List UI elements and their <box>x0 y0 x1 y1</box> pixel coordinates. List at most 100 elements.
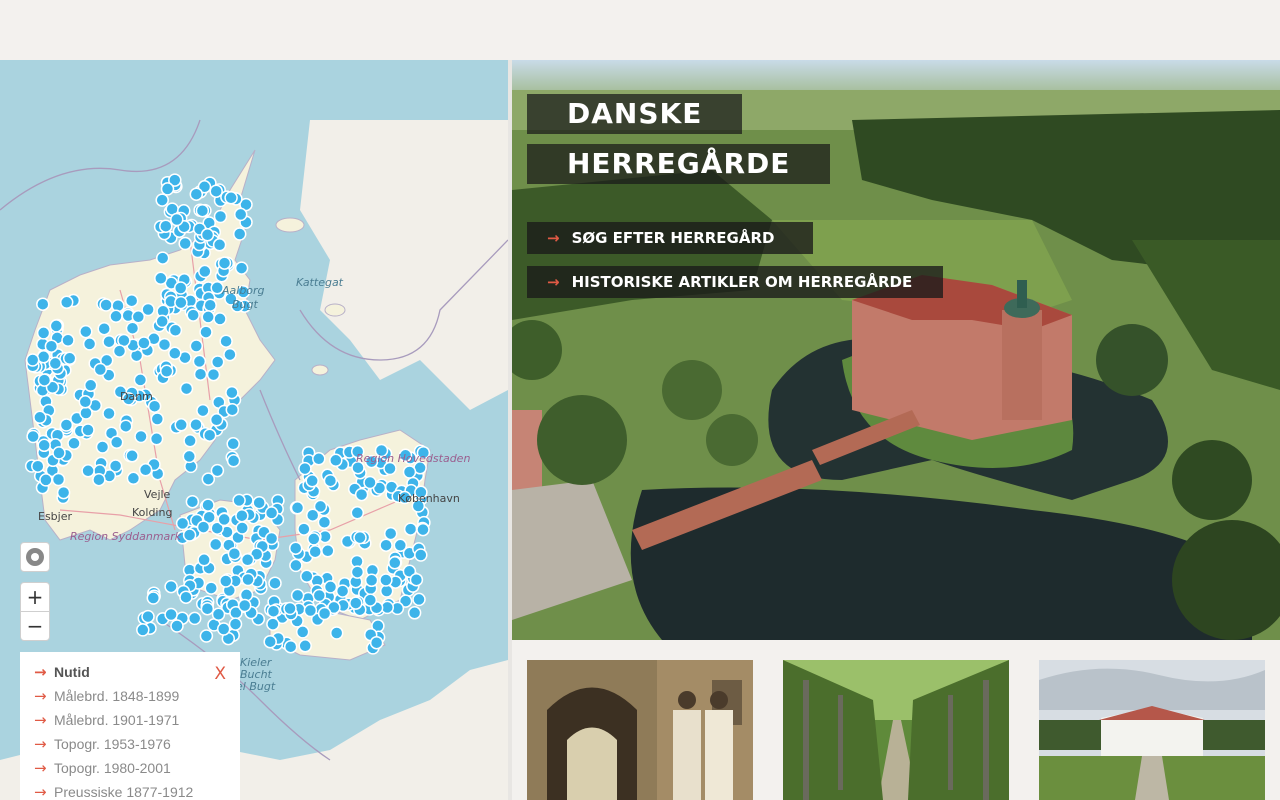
manor-marker[interactable] <box>155 314 169 329</box>
manor-marker[interactable] <box>412 592 426 607</box>
manor-marker[interactable] <box>200 601 215 616</box>
manor-marker[interactable] <box>295 625 310 639</box>
manor-marker[interactable] <box>79 324 93 339</box>
manor-marker[interactable] <box>383 526 398 541</box>
manor-marker[interactable] <box>150 412 165 426</box>
zoom-out-button[interactable]: − <box>20 611 50 641</box>
manor-marker[interactable] <box>223 347 237 362</box>
manor-marker[interactable] <box>37 373 52 387</box>
manor-marker[interactable] <box>234 261 249 275</box>
search-manor-link[interactable]: → SØG EFTER HERREGÅRD <box>527 222 813 254</box>
manor-marker[interactable] <box>83 378 98 393</box>
manor-marker[interactable] <box>321 544 335 558</box>
manor-marker[interactable] <box>193 367 208 381</box>
manor-marker[interactable] <box>187 611 202 626</box>
manor-marker[interactable] <box>186 308 200 322</box>
manor-marker[interactable] <box>350 565 365 579</box>
manor-marker[interactable] <box>228 617 243 631</box>
manor-marker[interactable] <box>204 581 218 595</box>
manor-marker[interactable] <box>409 572 424 587</box>
manor-marker[interactable] <box>266 617 280 631</box>
manor-marker[interactable] <box>232 227 247 241</box>
manor-marker[interactable] <box>252 495 266 510</box>
manor-marker[interactable] <box>233 207 248 222</box>
manor-marker[interactable] <box>217 256 232 270</box>
manor-marker[interactable] <box>164 579 178 594</box>
manor-marker[interactable] <box>290 588 305 603</box>
manor-marker[interactable] <box>51 472 66 487</box>
manor-marker[interactable] <box>212 238 227 252</box>
manor-marker[interactable] <box>179 590 193 604</box>
manor-marker[interactable] <box>164 607 178 622</box>
manor-marker[interactable] <box>226 437 240 451</box>
manor-marker[interactable] <box>137 336 151 350</box>
manor-marker[interactable] <box>290 501 305 515</box>
manor-marker[interactable] <box>141 609 155 624</box>
manor-marker[interactable] <box>217 512 231 527</box>
manor-marker[interactable] <box>36 350 51 364</box>
manor-marker[interactable] <box>416 522 430 537</box>
manor-marker[interactable] <box>402 465 417 479</box>
manor-marker[interactable] <box>305 474 319 488</box>
manor-marker[interactable] <box>168 346 182 361</box>
manor-marker[interactable] <box>353 530 367 545</box>
manor-marker[interactable] <box>102 406 116 421</box>
manor-marker[interactable] <box>126 471 141 486</box>
manor-marker[interactable] <box>298 461 312 476</box>
zoom-in-button[interactable]: + <box>20 582 50 612</box>
manor-marker[interactable] <box>219 334 233 348</box>
manor-marker[interactable] <box>59 295 74 310</box>
manor-marker[interactable] <box>67 436 81 451</box>
manor-marker[interactable] <box>266 604 281 618</box>
manor-marker[interactable] <box>102 334 116 349</box>
manor-marker[interactable] <box>99 298 113 312</box>
manor-marker[interactable] <box>170 212 184 227</box>
manor-marker[interactable] <box>155 251 170 265</box>
manor-marker[interactable] <box>323 580 338 594</box>
manor-marker[interactable] <box>329 626 344 640</box>
manor-marker[interactable] <box>317 606 332 621</box>
manor-marker[interactable] <box>209 413 224 427</box>
manor-marker[interactable] <box>112 344 127 358</box>
manor-marker[interactable] <box>369 635 384 650</box>
manor-marker[interactable] <box>241 572 255 587</box>
manor-marker[interactable] <box>192 354 207 369</box>
manor-marker[interactable] <box>182 449 197 464</box>
manor-marker[interactable] <box>78 395 93 409</box>
layer-item-topogr-1953[interactable]: → Topogr. 1953-1976 <box>34 732 226 756</box>
manor-marker[interactable] <box>170 619 184 633</box>
manor-marker[interactable] <box>36 297 50 311</box>
manor-marker[interactable] <box>268 576 282 590</box>
manor-marker[interactable] <box>201 310 215 324</box>
manor-marker[interactable] <box>189 417 203 432</box>
manor-marker[interactable] <box>175 516 190 531</box>
manor-marker[interactable] <box>179 381 194 396</box>
manor-marker[interactable] <box>97 321 111 336</box>
manor-marker[interactable] <box>201 472 216 486</box>
manor-marker[interactable] <box>407 606 422 620</box>
manor-marker[interactable] <box>199 325 213 339</box>
manor-marker[interactable] <box>174 295 188 310</box>
manor-marker[interactable] <box>312 588 327 603</box>
manor-marker[interactable] <box>354 487 369 502</box>
manor-marker[interactable] <box>350 506 365 520</box>
manor-marker[interactable] <box>208 537 223 552</box>
manor-marker[interactable] <box>197 553 211 567</box>
manor-marker[interactable] <box>232 493 246 508</box>
manor-marker[interactable] <box>414 548 428 562</box>
locate-button[interactable] <box>20 542 50 572</box>
manor-marker[interactable] <box>183 434 197 448</box>
manor-marker[interactable] <box>388 556 402 570</box>
manor-marker[interactable] <box>199 629 214 643</box>
manor-marker[interactable] <box>26 429 40 444</box>
manor-marker[interactable] <box>125 449 139 463</box>
manor-marker[interactable] <box>25 353 40 367</box>
manor-marker[interactable] <box>303 603 318 618</box>
manor-marker[interactable] <box>182 528 197 542</box>
manor-marker[interactable] <box>363 475 377 490</box>
manor-marker[interactable] <box>300 569 314 584</box>
manor-marker[interactable] <box>219 574 233 588</box>
manor-marker[interactable] <box>196 403 210 418</box>
manor-marker[interactable] <box>213 209 228 224</box>
close-layer-selector-button[interactable]: X <box>214 664 226 684</box>
